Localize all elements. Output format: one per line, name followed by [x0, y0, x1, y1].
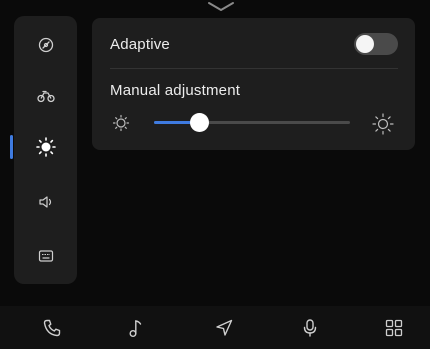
dock-apps-button[interactable] [380, 314, 408, 342]
navigation-arrow-icon [216, 319, 233, 336]
target-icon [38, 37, 53, 53]
grid-icon [385, 319, 403, 337]
dock-navigation-button[interactable] [210, 314, 238, 342]
settings-sidebar [10, 16, 77, 284]
sun-high-icon [372, 113, 394, 140]
sun-low-icon [112, 114, 130, 137]
dock-music-button[interactable] [122, 314, 150, 342]
divider [110, 68, 398, 69]
sidebar-item-sound[interactable] [14, 178, 77, 226]
brightness-icon [35, 137, 56, 157]
toggle-knob [356, 35, 374, 53]
slider-thumb[interactable] [189, 113, 209, 132]
sidebar-item-display[interactable] [10, 123, 77, 171]
bottom-dock [0, 306, 430, 349]
pull-down-handle[interactable] [205, 0, 237, 14]
adaptive-label: Adaptive [110, 36, 170, 53]
display-settings-card: Adaptive Manual adjustment [92, 18, 415, 150]
motorcycle-icon [36, 90, 55, 103]
speaker-icon [38, 196, 51, 208]
dock-phone-button[interactable] [38, 314, 66, 342]
sidebar-item-vehicle[interactable] [14, 72, 77, 120]
music-note-icon [129, 320, 142, 337]
adaptive-toggle[interactable] [354, 33, 398, 55]
dock-voice-button[interactable] [296, 314, 324, 342]
sidebar-item-general[interactable] [14, 21, 77, 69]
brightness-slider[interactable] [154, 113, 350, 133]
keyboard-icon [38, 250, 53, 262]
display-settings-screen: Adaptive Manual adjustment [0, 0, 430, 349]
chevron-down-icon [208, 2, 234, 11]
sidebar-item-system[interactable] [14, 232, 77, 280]
phone-icon [43, 319, 61, 337]
manual-adjustment-label: Manual adjustment [110, 82, 241, 99]
microphone-icon [303, 319, 317, 337]
